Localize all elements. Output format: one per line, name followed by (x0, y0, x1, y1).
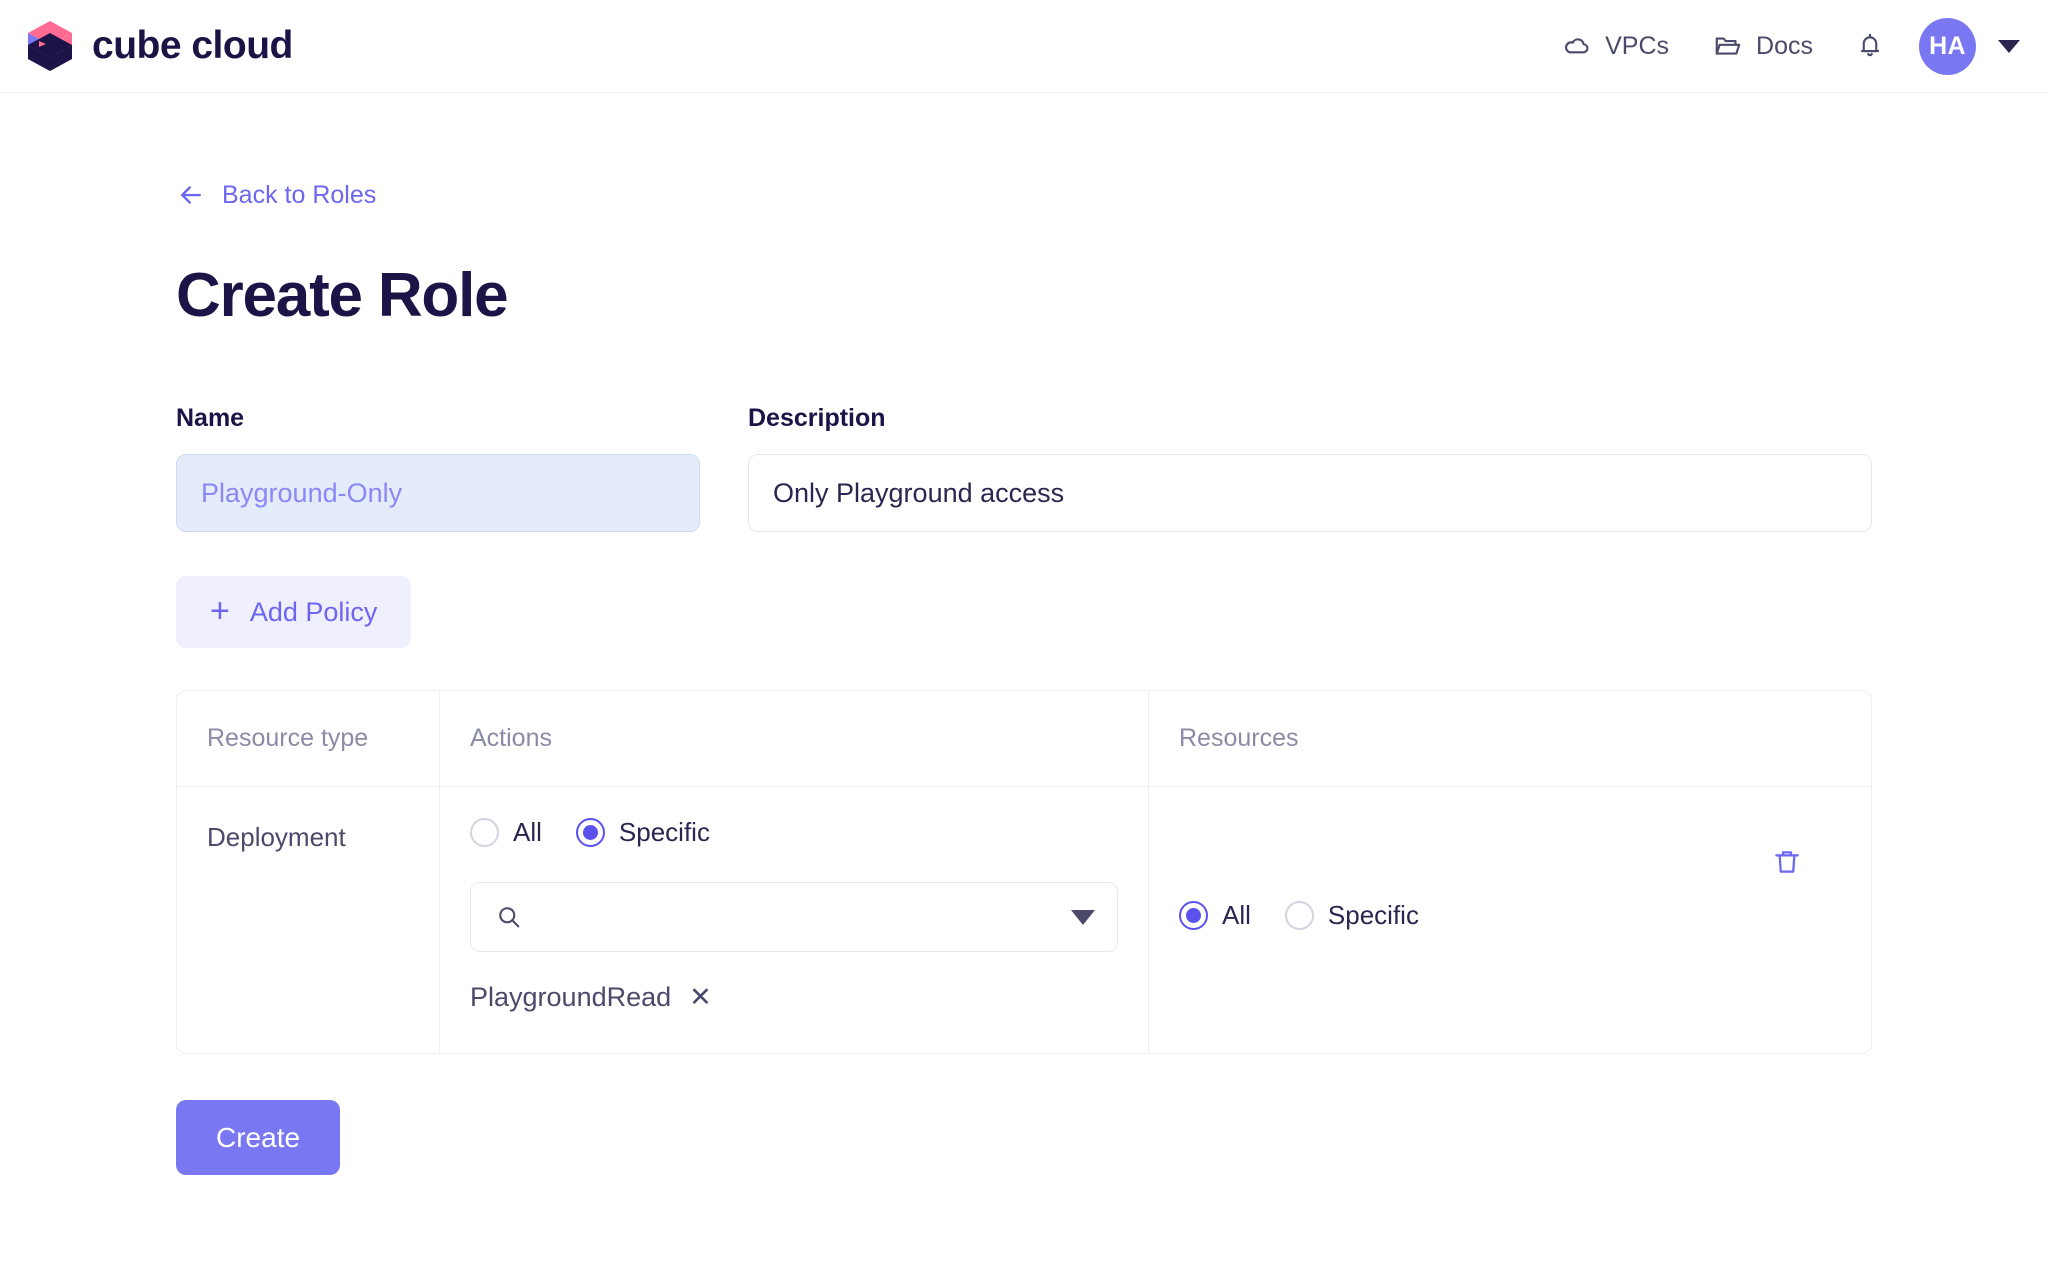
selected-action-tag: PlaygroundRead ✕ (470, 982, 1118, 1013)
bell-icon (1855, 31, 1885, 61)
notifications-button[interactable] (1835, 23, 1905, 69)
actions-radio-specific[interactable]: Specific (575, 817, 710, 848)
resources-radio-all[interactable]: All (1179, 900, 1251, 931)
role-fields: Name Description (176, 404, 2048, 533)
cell-actions: All Specific PlaygroundRead ✕ (439, 787, 1148, 1054)
cloud-icon (1562, 31, 1592, 61)
name-field-group: Name (176, 404, 700, 533)
chevron-down-icon[interactable] (1998, 39, 2020, 53)
brand-name: cube cloud (92, 24, 293, 67)
radio-circle-icon (1284, 900, 1314, 930)
caret-down-icon[interactable] (1071, 909, 1095, 925)
delete-policy-button[interactable] (1771, 846, 1803, 878)
cube-logo-icon (24, 21, 76, 71)
brand-logo-link[interactable]: cube cloud (24, 21, 293, 71)
back-to-roles-link[interactable]: Back to Roles (176, 180, 376, 210)
radio-circle-icon (470, 818, 499, 848)
cell-resources: All Specific (1148, 787, 1871, 1054)
table-header-row: Resource type Actions Resources (177, 691, 1871, 788)
column-header-resources: Resources (1148, 691, 1871, 787)
table-row: Deployment All Specific PlaygroundRead ✕… (177, 787, 1871, 1054)
cell-resource-type: Deployment (177, 787, 439, 1053)
radio-circle-selected-icon (575, 818, 605, 848)
name-input[interactable] (176, 454, 700, 533)
add-policy-label: Add Policy (249, 596, 378, 627)
resources-radio-specific-label: Specific (1327, 899, 1419, 930)
radio-circle-selected-icon (1179, 900, 1208, 930)
page-content: Back to Roles Create Role Name Descripti… (0, 93, 2048, 1176)
resources-radio-specific[interactable]: Specific (1284, 899, 1419, 931)
column-header-resource-type: Resource type (207, 724, 369, 753)
top-nav-links: VPCs Docs HA (1540, 17, 2020, 75)
resource-type-value: Deployment (207, 822, 346, 853)
name-label: Name (176, 404, 245, 433)
arrow-left-icon (176, 180, 206, 210)
search-icon (495, 903, 523, 931)
actions-radio-all-label: All (513, 817, 542, 848)
actions-radio-group: All Specific (470, 814, 1118, 848)
actions-radio-specific-label: Specific (618, 817, 710, 848)
page-title: Create Role (176, 261, 509, 330)
add-policy-button[interactable]: + Add Policy (176, 576, 412, 649)
create-button[interactable]: Create (176, 1100, 341, 1176)
actions-radio-all[interactable]: All (470, 817, 542, 848)
resources-radio-group: All Specific (1179, 814, 1419, 1013)
nav-item-docs-label: Docs (1756, 31, 1813, 60)
back-to-roles-label: Back to Roles (222, 180, 377, 209)
description-input[interactable] (748, 454, 1872, 533)
top-navigation-bar: cube cloud VPCs Docs HA (0, 0, 2048, 93)
trash-icon (1771, 846, 1803, 878)
selected-action-tag-label: PlaygroundRead (470, 982, 672, 1013)
close-icon[interactable]: ✕ (689, 984, 712, 1011)
description-label: Description (748, 404, 886, 433)
folder-icon (1713, 31, 1743, 61)
nav-item-vpcs-label: VPCs (1605, 31, 1670, 60)
description-field-group: Description (748, 404, 1872, 533)
plus-icon: + (210, 591, 230, 630)
policy-table: Resource type Actions Resources Deployme… (176, 690, 1872, 1055)
column-header-actions: Actions (439, 691, 1148, 787)
avatar[interactable]: HA (1919, 17, 1976, 75)
nav-item-vpcs[interactable]: VPCs (1540, 23, 1691, 69)
resources-radio-all-label: All (1222, 899, 1251, 930)
actions-search-select[interactable] (470, 882, 1118, 953)
delete-policy-cell (1771, 814, 1841, 1013)
nav-item-docs[interactable]: Docs (1691, 23, 1835, 69)
